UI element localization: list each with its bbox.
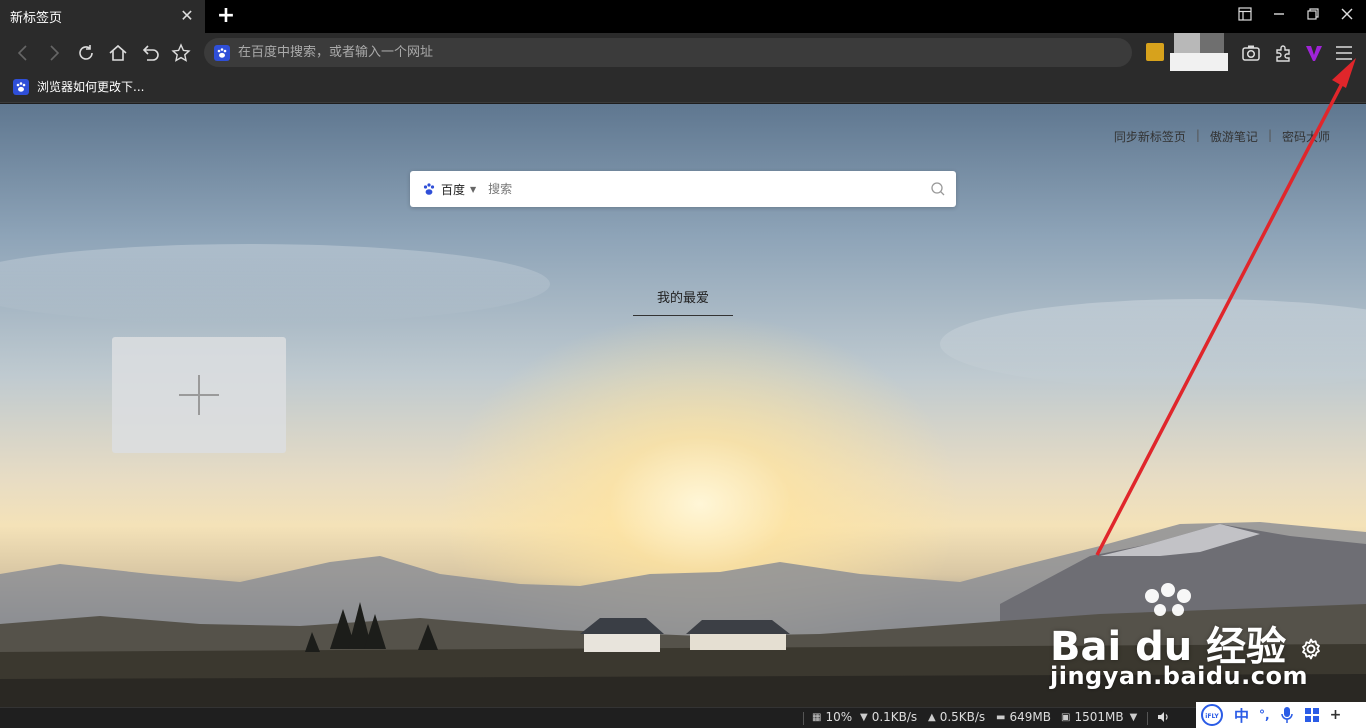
tab-new-tab[interactable]: 新标签页 ✕ xyxy=(0,0,205,33)
memory-chip-icon: ▣ xyxy=(1061,711,1071,723)
maxthon-v-icon[interactable] xyxy=(1303,42,1325,64)
search-input[interactable] xyxy=(488,182,909,196)
memory-icon: ▬ xyxy=(996,711,1006,723)
bookmark-label: 浏览器如何更改下... xyxy=(37,80,145,94)
user-avatar[interactable] xyxy=(1160,33,1228,73)
add-favorite-tile[interactable] xyxy=(112,337,286,453)
chevron-down-icon: ▼ xyxy=(470,184,477,194)
title-bar: 新标签页 ✕ + xyxy=(0,0,1366,33)
address-bar[interactable] xyxy=(204,38,1132,67)
snap-layout-icon[interactable] xyxy=(1234,6,1256,26)
sync-new-tab-link[interactable]: 同步新标签页 xyxy=(1104,128,1196,145)
bookmark-item[interactable]: 浏览器如何更改下... xyxy=(13,78,144,95)
upload-speed: ▲ 0.5KB/s xyxy=(928,710,985,724)
baidu-paw-icon xyxy=(13,78,29,95)
favorites-title[interactable]: 我的最爱 xyxy=(633,287,733,316)
new-tab-page: 同步新标签页 | 傲游笔记 | 密码大师 百度 ▼ 我的最爱 Bai du 经验… xyxy=(0,104,1366,707)
home-icon[interactable] xyxy=(107,42,129,64)
search-icon[interactable] xyxy=(930,181,946,197)
download-speed: ▼ 0.1KB/s xyxy=(860,710,917,724)
forward-icon[interactable] xyxy=(43,42,65,64)
ime-apps-grid-icon[interactable] xyxy=(1304,707,1320,723)
search-engine-selector[interactable]: 百度 ▼ xyxy=(422,181,476,198)
svg-text:iFLY: iFLY xyxy=(1205,713,1219,720)
volume-icon[interactable] xyxy=(1156,710,1170,724)
settings-gear-icon[interactable] xyxy=(1299,637,1323,661)
navigation-toolbar xyxy=(0,33,1366,73)
cpu-usage: ▦ 10% xyxy=(812,710,852,724)
new-tab-button[interactable]: + xyxy=(216,5,236,27)
plus-icon-stem xyxy=(198,375,200,415)
page-search-box: 百度 ▼ xyxy=(410,171,956,207)
ime-chinese-mode[interactable]: 中 xyxy=(1234,705,1249,726)
memory-usage: ▬ 649MB xyxy=(996,710,1051,724)
tab-title: 新标签页 xyxy=(10,11,63,26)
memory-value: 649MB xyxy=(1009,710,1051,724)
close-window-button[interactable] xyxy=(1336,6,1358,26)
memory-usage-2[interactable]: ▣ 1501MB ▼ xyxy=(1061,710,1141,724)
baidu-paw-icon xyxy=(214,44,230,61)
bookmark-bar: 浏览器如何更改下... xyxy=(0,71,1366,103)
top-links: 同步新标签页 | 傲游笔记 | 密码大师 xyxy=(1104,128,1340,145)
refresh-icon[interactable] xyxy=(75,42,97,64)
upload-arrow-icon: ▲ xyxy=(928,711,936,723)
cpu-value: 10% xyxy=(825,710,853,724)
ime-toolbar[interactable]: iFLY 中 °, + xyxy=(1196,702,1366,728)
restore-button[interactable] xyxy=(1302,6,1324,26)
main-menu-icon[interactable] xyxy=(1333,42,1355,64)
back-icon[interactable] xyxy=(12,42,34,64)
tab-close-icon[interactable]: ✕ xyxy=(179,8,195,24)
watermark-url: jingyan.baidu.com xyxy=(1050,662,1308,690)
ime-add-icon[interactable]: + xyxy=(1330,707,1342,723)
upload-value: 0.5KB/s xyxy=(939,710,986,724)
download-arrow-icon: ▼ xyxy=(860,711,868,723)
favorite-star-icon[interactable] xyxy=(170,42,192,64)
microphone-icon[interactable] xyxy=(1280,706,1294,724)
search-engine-label: 百度 xyxy=(441,182,466,197)
status-separator xyxy=(1147,712,1148,725)
memory2-value: 1501MB xyxy=(1074,710,1124,724)
ime-punctuation[interactable]: °, xyxy=(1259,708,1270,722)
address-input[interactable] xyxy=(238,45,1098,60)
status-separator xyxy=(803,712,804,725)
status-bar: ▦ 10% ▼ 0.1KB/s ▲ 0.5KB/s ▬ 649MB ▣ 1501… xyxy=(0,707,1366,728)
minimize-button[interactable] xyxy=(1268,6,1290,26)
chevron-down-icon: ▼ xyxy=(1129,711,1138,723)
ifly-logo-icon: iFLY xyxy=(1201,704,1223,726)
baidu-paw-icon xyxy=(423,183,435,195)
extensions-puzzle-icon[interactable] xyxy=(1272,42,1294,64)
screenshot-camera-icon[interactable] xyxy=(1240,42,1262,64)
undo-close-icon[interactable] xyxy=(139,42,161,64)
maxthon-notes-link[interactable]: 傲游笔记 xyxy=(1200,128,1268,145)
password-master-link[interactable]: 密码大师 xyxy=(1272,128,1340,145)
cpu-icon: ▦ xyxy=(812,711,822,723)
download-value: 0.1KB/s xyxy=(871,710,918,724)
